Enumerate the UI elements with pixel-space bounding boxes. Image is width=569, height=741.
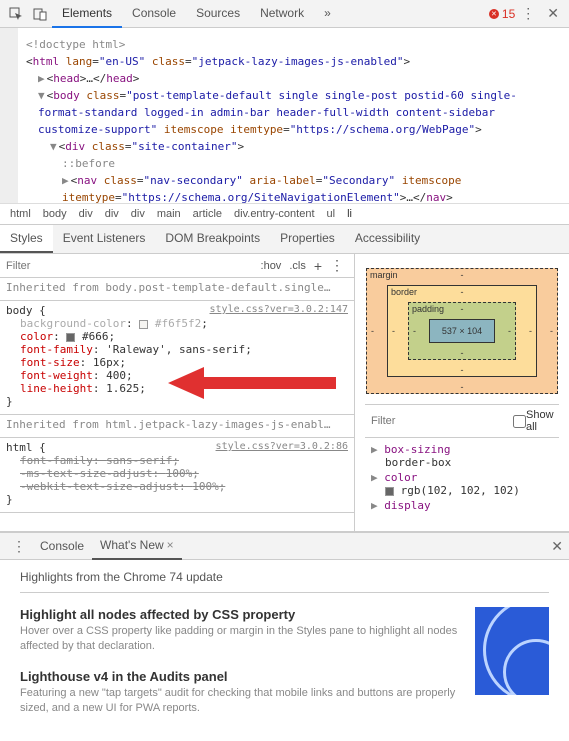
styles-filter-input[interactable] (6, 260, 257, 272)
computed-filter-row: Show all (365, 404, 559, 438)
css-prop[interactable]: color: #666; (6, 330, 348, 343)
crumb[interactable]: li (347, 208, 352, 220)
tab-overflow[interactable]: » (314, 0, 341, 28)
color-swatch[interactable] (66, 333, 75, 342)
tab-sources[interactable]: Sources (186, 0, 250, 28)
rule-close: } (6, 395, 348, 408)
whatsnew-panel: Highlights from the Chrome 74 update Hig… (0, 560, 569, 741)
close-icon[interactable]: ✕ (541, 5, 565, 22)
whatsnew-graphic (475, 607, 549, 695)
margin-label: margin (370, 270, 398, 280)
more-icon[interactable]: ⋮ (515, 5, 541, 22)
color-swatch[interactable] (139, 320, 148, 329)
dom-tree[interactable]: <!doctype html> <html lang="en-US" class… (0, 28, 569, 203)
subtab-event-listeners[interactable]: Event Listeners (53, 225, 156, 253)
css-prop[interactable]: line-height: 1.625; (6, 382, 348, 395)
content-box[interactable]: 537 × 104 (429, 319, 495, 343)
subtab-dom-breakpoints[interactable]: DOM Breakpoints (155, 225, 270, 253)
inherited-link[interactable]: html.jetpack-lazy-images-js-enabl… (105, 418, 330, 431)
wn-item-title[interactable]: Highlight all nodes affected by CSS prop… (20, 607, 461, 622)
box-model[interactable]: margin - - - - border - - - - padding - … (366, 268, 558, 394)
styles-subtabs: Styles Event Listeners DOM Breakpoints P… (0, 225, 569, 254)
subtab-accessibility[interactable]: Accessibility (345, 225, 430, 253)
padding-label: padding (412, 304, 444, 314)
drawer-tab-whatsnew[interactable]: What's New× (92, 532, 182, 560)
cls-toggle[interactable]: .cls (285, 260, 310, 272)
tab-elements[interactable]: Elements (52, 0, 122, 28)
computed-filter-input[interactable] (371, 415, 513, 427)
crumb[interactable]: div (105, 208, 119, 220)
crumb[interactable]: ul (327, 208, 336, 220)
css-prop[interactable]: -webkit-text-size-adjust: 100%; (6, 480, 348, 493)
crumb[interactable]: div.entry-content (234, 208, 315, 220)
show-all-checkbox[interactable] (513, 415, 526, 428)
device-icon[interactable] (31, 5, 49, 23)
dom-nav[interactable]: ▶<nav class="nav-secondary" aria-label="… (26, 172, 559, 203)
source-link[interactable]: style.css?ver=3.0.2:147 (210, 304, 348, 315)
error-badge[interactable]: ✕15 (489, 7, 515, 21)
css-prop[interactable]: background-color: #f6f5f2; (6, 317, 348, 330)
drawer-tabs: ⋮ Console What's New× ✕ (0, 532, 569, 560)
inherited-label: Inherited from (6, 418, 105, 431)
css-rule-body[interactable]: style.css?ver=3.0.2:147 body { backgroun… (0, 301, 354, 415)
computed-list: ▶ box-sizingborder-box ▶ color rgb(102, … (365, 438, 559, 517)
crumb[interactable]: body (43, 208, 67, 220)
drawer-tab-console[interactable]: Console (32, 533, 92, 559)
crumb[interactable]: div (79, 208, 93, 220)
css-prop-highlighted[interactable]: font-weight: 400; (6, 369, 348, 382)
border-label: border (391, 287, 417, 297)
computed-pane: margin - - - - border - - - - padding - … (355, 254, 569, 531)
css-prop[interactable]: font-size: 16px; (6, 356, 348, 369)
show-all-label: Show all (526, 409, 554, 433)
crumb[interactable]: html (10, 208, 31, 220)
subtab-styles[interactable]: Styles (0, 225, 53, 253)
wn-item-desc: Hover over a CSS property like padding o… (20, 624, 461, 655)
css-prop[interactable]: font-family: sans-serif; (6, 454, 348, 467)
breadcrumb[interactable]: html body div div div main article div.e… (0, 203, 569, 225)
dom-html[interactable]: <html lang="en-US" class="jetpack-lazy-i… (26, 53, 559, 70)
close-tab-icon[interactable]: × (167, 538, 174, 552)
dom-site-container[interactable]: ▼<div class="site-container"> (26, 138, 559, 155)
inherited-link[interactable]: body.post-template-default.single… (105, 281, 330, 294)
drawer-more-icon[interactable]: ⋮ (6, 538, 32, 555)
main-tabs: Elements Console Sources Network » (52, 0, 489, 28)
dom-head[interactable]: ▶<head>…</head> (26, 70, 559, 87)
styles-filter-row: :hov .cls + ⋮ (0, 254, 354, 278)
inherited-divider: Inherited from html.jetpack-lazy-images-… (0, 415, 354, 438)
tab-console[interactable]: Console (122, 0, 186, 28)
tab-network[interactable]: Network (250, 0, 314, 28)
computed-prop[interactable]: ▶ display (365, 498, 559, 513)
crumb[interactable]: article (193, 208, 222, 220)
whatsnew-headline: Highlights from the Chrome 74 update (20, 570, 549, 593)
styles-pane: :hov .cls + ⋮ Inherited from body.post-t… (0, 254, 355, 531)
inherited-divider: Inherited from body.post-template-defaul… (0, 278, 354, 301)
css-rule-html[interactable]: style.css?ver=3.0.2:86 html { font-famil… (0, 438, 354, 513)
doctype: <!doctype html> (26, 36, 559, 53)
new-rule-button[interactable]: + (310, 258, 326, 274)
rule-close: } (6, 493, 348, 506)
source-link[interactable]: style.css?ver=3.0.2:86 (216, 441, 348, 452)
computed-prop[interactable]: ▶ color rgb(102, 102, 102) (365, 470, 559, 498)
more-styles-icon[interactable]: ⋮ (326, 257, 348, 274)
devtools-toolbar: Elements Console Sources Network » ✕15 ⋮… (0, 0, 569, 28)
dom-body[interactable]: ▼<body class="post-template-default sing… (26, 87, 559, 138)
css-prop[interactable]: -ms-text-size-adjust: 100%; (6, 467, 348, 480)
crumb[interactable]: div (131, 208, 145, 220)
wn-item-title[interactable]: Lighthouse v4 in the Audits panel (20, 669, 461, 684)
css-prop[interactable]: font-family: 'Raleway', sans-serif; (6, 343, 348, 356)
crumb[interactable]: main (157, 208, 181, 220)
computed-prop[interactable]: ▶ box-sizingborder-box (365, 442, 559, 470)
drawer-close-icon[interactable]: ✕ (551, 538, 563, 555)
dom-before[interactable]: ::before (26, 155, 559, 172)
subtab-properties[interactable]: Properties (270, 225, 345, 253)
wn-item-desc: Featuring a new "tap targets" audit for … (20, 686, 461, 717)
inspect-icon[interactable] (7, 5, 25, 23)
color-swatch (385, 487, 394, 496)
inherited-label: Inherited from (6, 281, 105, 294)
hov-toggle[interactable]: :hov (257, 260, 286, 272)
